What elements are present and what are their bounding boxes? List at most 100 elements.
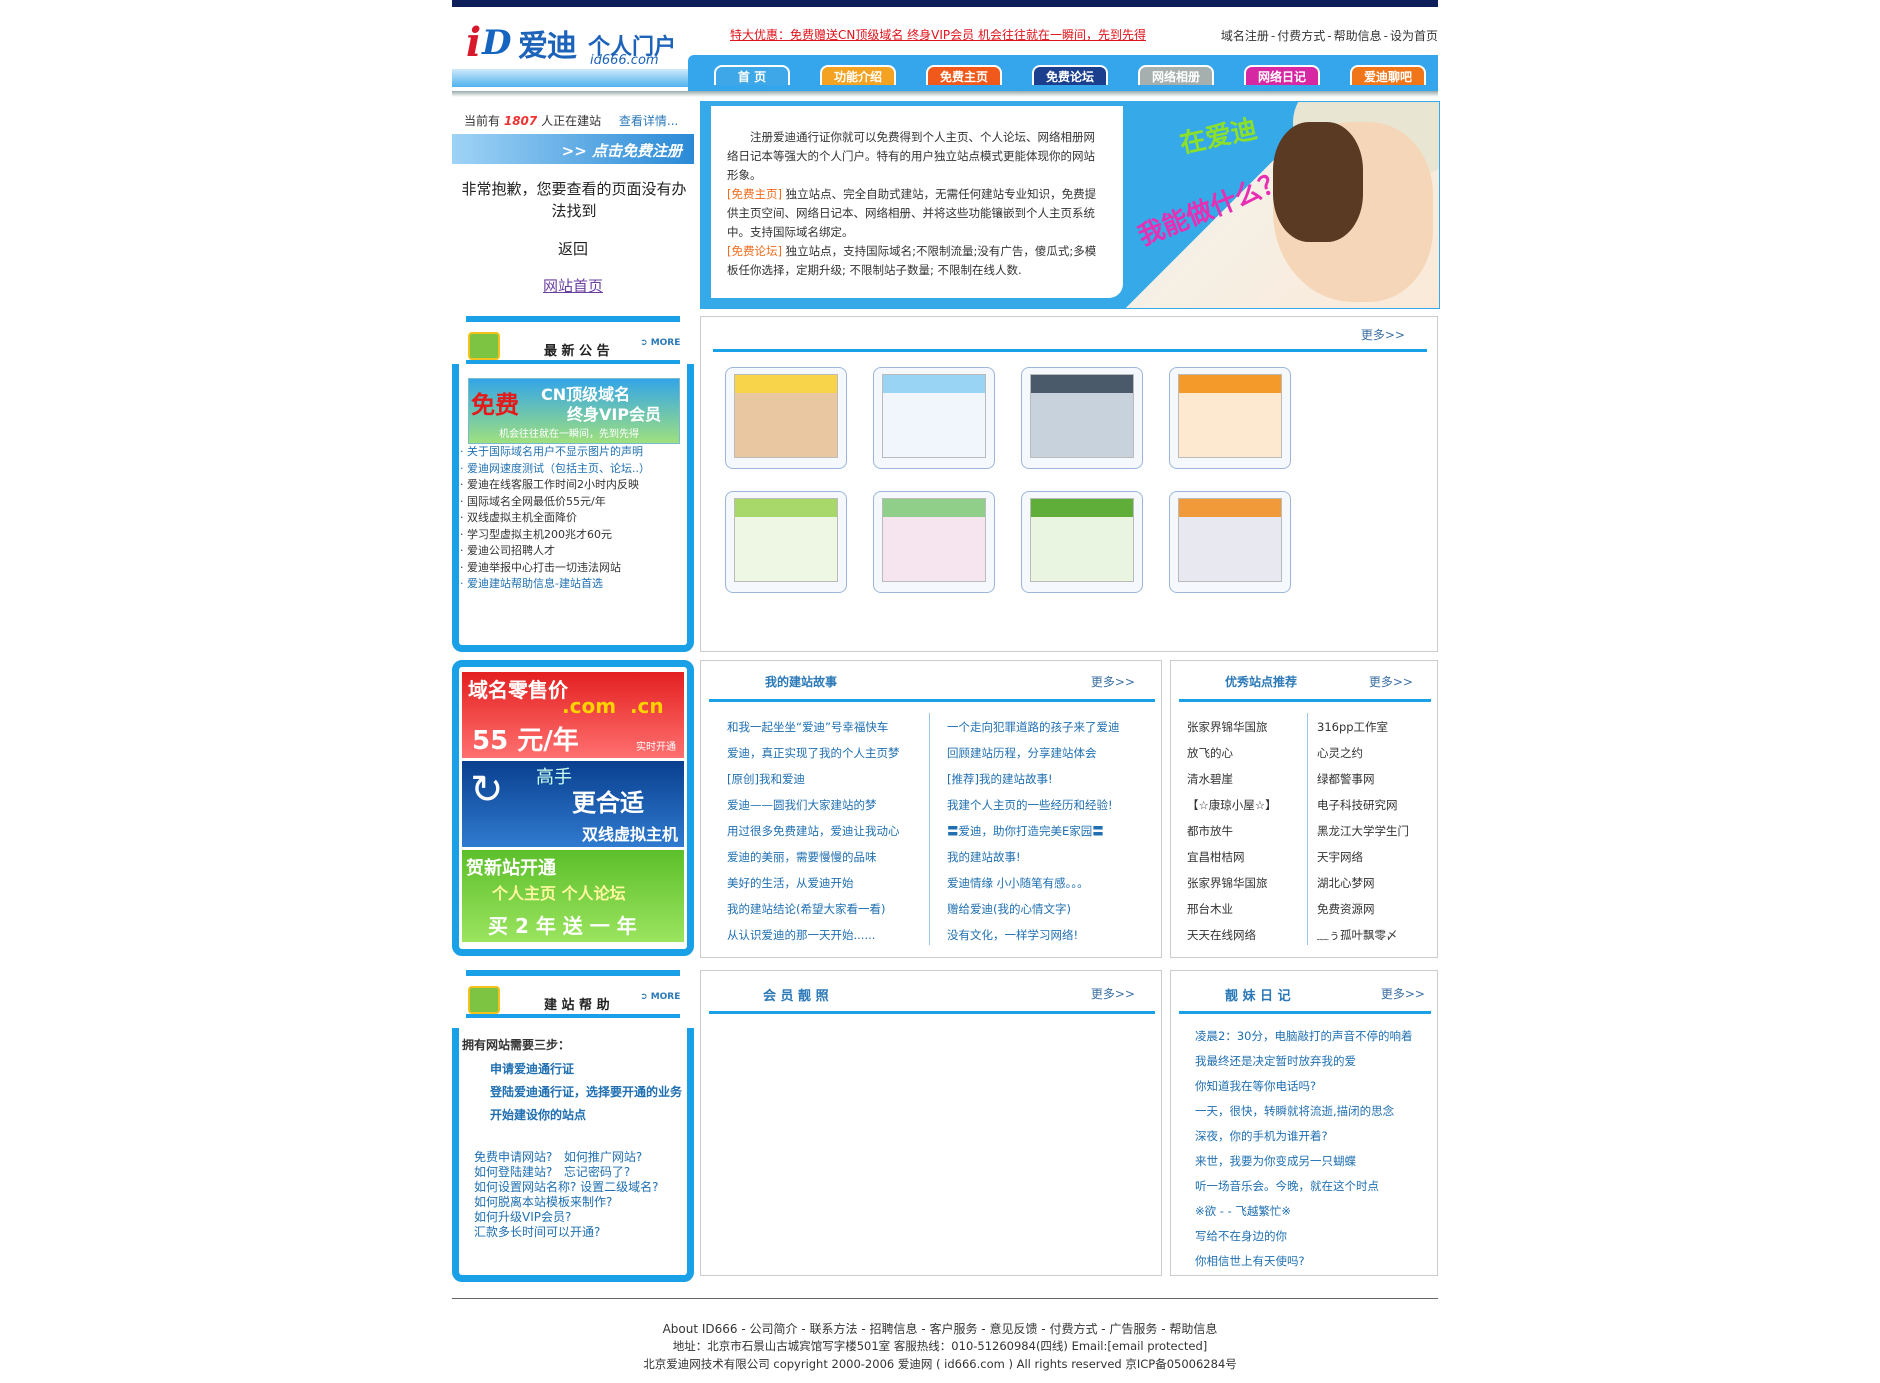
story-link[interactable]: 从认识爱迪的那一天开始......: [727, 922, 927, 948]
story-link[interactable]: 爱迪——圆我们大家建站的梦: [727, 792, 927, 818]
tab-features[interactable]: 功能介绍: [820, 65, 896, 85]
stories-more-link[interactable]: 更多>>: [1091, 673, 1135, 690]
footer-link[interactable]: 广告服务: [1109, 1322, 1157, 1336]
intro-tag-forum[interactable]: [免费论坛]: [727, 244, 782, 258]
footer-link[interactable]: 招聘信息: [869, 1322, 917, 1336]
diary-link[interactable]: 我最终还是决定暂时放弃我的爱: [1195, 1049, 1435, 1074]
recommended-site-link[interactable]: 心灵之约: [1317, 740, 1435, 766]
story-link[interactable]: 赠给爱迪(我的心情文字): [947, 896, 1157, 922]
story-link[interactable]: [推荐]我的建站故事!: [947, 766, 1157, 792]
recommended-site-link[interactable]: 张家界锦华国旅: [1187, 714, 1305, 740]
diary-link[interactable]: 你知道我在等你电话吗?: [1195, 1074, 1435, 1099]
tab-diary[interactable]: 网络日记: [1244, 65, 1320, 85]
tab-free-forum[interactable]: 免费论坛: [1032, 65, 1108, 85]
help-step-link[interactable]: 开始建设你的站点: [490, 1104, 682, 1127]
footer-link[interactable]: 帮助信息: [1169, 1322, 1217, 1336]
template-thumbnail[interactable]: [1169, 491, 1291, 593]
template-thumbnail[interactable]: [1169, 367, 1291, 469]
link-payment[interactable]: 付费方式: [1277, 29, 1325, 43]
ad-domain-price[interactable]: 域名零售价 .com .cn 55 元/年 实时开通: [462, 672, 684, 758]
help-step-link[interactable]: 申请爱迪通行证: [490, 1058, 682, 1081]
footer-link[interactable]: About ID666: [663, 1322, 738, 1336]
promo-banner[interactable]: 免费 CN顶级域名 终身VIP会员 机会往往就在一瞬间，先到先得: [468, 378, 680, 444]
diary-link[interactable]: 深夜，你的手机为谁开着?: [1195, 1124, 1435, 1149]
template-thumbnail[interactable]: [1021, 491, 1143, 593]
story-link[interactable]: 我的建站故事!: [947, 844, 1157, 870]
template-thumbnail[interactable]: [1021, 367, 1143, 469]
story-link[interactable]: 我建个人主页的一些经历和经验!: [947, 792, 1157, 818]
diary-link[interactable]: ※欲 - - 飞越繁忙※: [1195, 1199, 1435, 1224]
footer-link[interactable]: 联系方法: [810, 1322, 858, 1336]
help-faq-link[interactable]: 如何脱离本站模板来制作?: [474, 1195, 659, 1210]
home-link[interactable]: 网站首页: [452, 275, 694, 296]
tab-free-homepage[interactable]: 免费主页: [926, 65, 1002, 85]
tab-photo-album[interactable]: 网络相册: [1138, 65, 1214, 85]
recommended-site-link[interactable]: 湖北心梦网: [1317, 870, 1435, 896]
diary-link[interactable]: 凌晨2：30分，电脑敲打的声音不停的响着: [1195, 1024, 1435, 1049]
template-thumbnail[interactable]: [725, 367, 847, 469]
register-button[interactable]: >> 点击免费注册: [452, 134, 694, 164]
diary-link[interactable]: 来世，我要为你变成另一只蝴蝶: [1195, 1149, 1435, 1174]
help-step-link[interactable]: 登陆爱迪通行证，选择要开通的业务: [490, 1081, 682, 1104]
notice-item[interactable]: · 关于国际域名用户不显示图片的声明: [460, 444, 686, 461]
recommended-site-link[interactable]: 316pp工作室: [1317, 714, 1435, 740]
story-link[interactable]: 爱迪情缘 小小随笔有感。。。: [947, 870, 1157, 896]
notice-item[interactable]: · 爱迪网速度测试（包括主页、论坛..）: [460, 461, 686, 478]
recommended-site-link[interactable]: 邢台木业: [1187, 896, 1305, 922]
story-link[interactable]: 一个走向犯罪道路的孩子来了爱迪: [947, 714, 1157, 740]
recommended-site-link[interactable]: 电子科技研究网: [1317, 792, 1435, 818]
story-link[interactable]: 和我一起坐坐“爱迪”号幸福快车: [727, 714, 927, 740]
notice-item[interactable]: · 爱迪公司招聘人才: [460, 543, 686, 560]
promo-link[interactable]: 特大优惠：免费赠送CN顶级域名 终身VIP会员 机会往往就在一瞬间，先到先得: [730, 26, 1146, 43]
template-thumbnail[interactable]: [873, 367, 995, 469]
template-thumbnail[interactable]: [873, 491, 995, 593]
story-link[interactable]: 回顾建站历程，分享建站体会: [947, 740, 1157, 766]
story-link[interactable]: 没有文化，一样学习网络!: [947, 922, 1157, 948]
help-faq-link[interactable]: 如何设置网站名称? 设置二级域名?: [474, 1180, 659, 1195]
notice-item[interactable]: · 爱迪在线客服工作时间2小时内反映: [460, 477, 686, 494]
recommended-site-link[interactable]: 清水碧崖: [1187, 766, 1305, 792]
footer-link[interactable]: 意见反馈: [989, 1322, 1037, 1336]
ad-new-site[interactable]: 贺新站开通 个人主页 个人论坛 买 2 年 送 一 年: [462, 850, 684, 942]
intro-tag-homepage[interactable]: [免费主页]: [727, 187, 782, 201]
recommended-site-link[interactable]: 黑龙江大学学生门: [1317, 818, 1435, 844]
recommended-site-link[interactable]: 放飞的心: [1187, 740, 1305, 766]
diary-link[interactable]: 写给不在身边的你: [1195, 1224, 1435, 1249]
help-faq-link[interactable]: 汇款多长时间可以开通?: [474, 1225, 659, 1240]
help-faq-link[interactable]: 如何登陆建站? 忘记密码了?: [474, 1165, 659, 1180]
diary-link[interactable]: 听一场音乐会。今晚，就在这个时点: [1195, 1174, 1435, 1199]
notice-item[interactable]: · 学习型虚拟主机200兆才60元: [460, 527, 686, 544]
notice-item[interactable]: · 双线虚拟主机全面降价: [460, 510, 686, 527]
story-link[interactable]: 用过很多免费建站，爱迪让我动心: [727, 818, 927, 844]
gallery-more-link[interactable]: 更多>>: [1361, 326, 1405, 343]
recommended-site-link[interactable]: 天天在线网络: [1187, 922, 1305, 948]
template-thumbnail[interactable]: [725, 491, 847, 593]
notice-item[interactable]: · 爱迪举报中心打击一切违法网站: [460, 560, 686, 577]
link-help[interactable]: 帮助信息: [1334, 29, 1382, 43]
diary-link[interactable]: 你相信世上有天使吗?: [1195, 1249, 1435, 1274]
footer-link[interactable]: 付费方式: [1049, 1322, 1097, 1336]
story-link[interactable]: 爱迪的美丽，需要慢慢的品味: [727, 844, 927, 870]
notice-more-button[interactable]: ➲ MORE: [640, 338, 680, 348]
story-link[interactable]: 爱迪，真正实现了我的个人主页梦: [727, 740, 927, 766]
recommend-more-link[interactable]: 更多>>: [1369, 673, 1413, 690]
recommended-site-link[interactable]: 都市放牛: [1187, 818, 1305, 844]
recommended-site-link[interactable]: 天宇网络: [1317, 844, 1435, 870]
footer-link[interactable]: 公司简介: [750, 1322, 798, 1336]
notice-item[interactable]: · 国际域名全网最低价55元/年: [460, 494, 686, 511]
recommended-site-link[interactable]: 免费资源网: [1317, 896, 1435, 922]
help-faq-link[interactable]: 免费申请网站? 如何推广网站?: [474, 1150, 659, 1165]
notice-item[interactable]: · 爱迪建站帮助信息-建站首选: [460, 576, 686, 593]
ad-virtual-host[interactable]: ↻ 高手 更合适 双线虚拟主机: [462, 761, 684, 847]
photos-more-link[interactable]: 更多>>: [1091, 985, 1135, 1002]
recommended-site-link[interactable]: 张家界锦华国旅: [1187, 870, 1305, 896]
diary-link[interactable]: 一天，很快，转瞬就将流逝,描闭的思念: [1195, 1099, 1435, 1124]
help-more-button[interactable]: ➲ MORE: [640, 992, 680, 1002]
recommended-site-link[interactable]: ﹏ぅ孤叶飘零〆: [1317, 922, 1435, 948]
help-faq-link[interactable]: 如何升级VIP会员?: [474, 1210, 659, 1225]
link-domain-register[interactable]: 域名注册: [1221, 29, 1269, 43]
story-link[interactable]: 我的建站结论(希望大家看一看): [727, 896, 927, 922]
details-link[interactable]: 查看详情...: [619, 114, 678, 128]
story-link[interactable]: 美好的生活，从爱迪开始: [727, 870, 927, 896]
tab-chat[interactable]: 爱迪聊吧: [1350, 65, 1426, 85]
